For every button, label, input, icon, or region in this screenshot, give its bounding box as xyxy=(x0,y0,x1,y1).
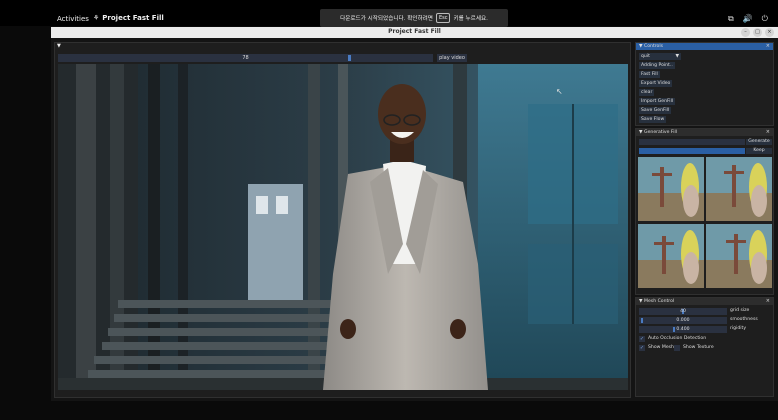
collapse-arrow-icon[interactable]: ▼ xyxy=(57,43,61,49)
grid-size-value: 40 xyxy=(680,309,686,314)
prompt-input[interactable] xyxy=(639,139,745,145)
close-button[interactable]: × xyxy=(765,28,774,37)
grid-size-label: grid size xyxy=(730,308,750,313)
toast-text-after: 키를 누르세요. xyxy=(453,16,488,22)
rigidity-slider[interactable]: 0.400 xyxy=(639,326,727,333)
rigidity-value: 0.400 xyxy=(676,327,690,332)
rigidity-label: rigidity xyxy=(730,326,747,331)
power-icon[interactable]: ⏻ xyxy=(762,14,768,24)
volume-icon[interactable]: 🔊 xyxy=(743,14,753,24)
show-mesh-checkbox[interactable]: ✓ xyxy=(639,345,645,351)
save-genfill-button[interactable]: Save GenFill xyxy=(639,107,672,114)
window-controls: – □ × xyxy=(741,28,774,37)
generated-thumbnail[interactable] xyxy=(638,157,704,221)
keep-button[interactable]: Keep xyxy=(746,148,772,154)
thumbnail-image xyxy=(706,157,772,221)
clear-button[interactable]: clear xyxy=(639,89,655,96)
video-panel: ▼ 78 play video ↖ xyxy=(54,42,631,398)
video-frame[interactable]: ↖ xyxy=(58,64,628,390)
selected-input[interactable] xyxy=(639,148,745,154)
controls-title: Controls xyxy=(644,44,664,49)
auto-occlusion-checkbox[interactable]: ✓ xyxy=(639,336,645,342)
smoothness-slider[interactable]: 0.000 xyxy=(639,317,727,324)
video-scene-image xyxy=(58,64,628,390)
activities-button[interactable]: Activities xyxy=(57,15,89,23)
app-window: Project Fast Fill – □ × ▼ 78 play video xyxy=(51,27,778,401)
system-tray[interactable]: ⧉ 🔊 ⏻ xyxy=(728,14,768,24)
mode-combo-value: quit xyxy=(641,54,650,59)
mouse-cursor-icon: ↖ xyxy=(556,87,563,96)
chevron-down-icon[interactable]: ▼ xyxy=(675,53,679,60)
app-menu[interactable]: ⚘ Project Fast Fill xyxy=(93,14,164,22)
collapse-arrow-icon[interactable]: ▼ xyxy=(639,44,643,49)
controls-header[interactable]: ▼ Controls × xyxy=(636,43,773,50)
fast-fill-button[interactable]: Fast Fill xyxy=(639,71,660,78)
mode-combo[interactable]: quit ▼ xyxy=(639,53,681,60)
controls-panel: ▼ Controls × quit ▼ Adding Point.. Fast … xyxy=(635,42,774,126)
mesh-control-header[interactable]: ▼ Mesh Control × xyxy=(636,298,773,305)
generated-thumbnail[interactable] xyxy=(638,224,704,288)
play-video-button[interactable]: play video xyxy=(437,54,467,62)
minimize-button[interactable]: – xyxy=(741,28,750,37)
smoothness-value: 0.000 xyxy=(676,318,690,323)
generative-fill-header[interactable]: ▼ Generative Fill × xyxy=(636,129,773,136)
show-texture-label: Show Texture xyxy=(683,345,714,350)
frame-slider[interactable]: 78 xyxy=(58,54,433,62)
close-icon[interactable]: × xyxy=(766,298,770,305)
window-title: Project Fast Fill xyxy=(388,28,441,35)
save-flow-button[interactable]: Save Flow xyxy=(639,116,667,123)
app-menu-label: Project Fast Fill xyxy=(102,14,164,22)
frame-value: 78 xyxy=(242,55,249,61)
app-icon: ⚘ xyxy=(93,14,100,22)
grid-size-slider[interactable]: 40 xyxy=(639,308,727,315)
toast-text-before: 다운로드가 시작되었습니다. 확인하려면 xyxy=(340,16,433,22)
collapse-arrow-icon[interactable]: ▼ xyxy=(639,299,643,304)
generated-thumbnail[interactable] xyxy=(706,224,772,288)
collapse-arrow-icon[interactable]: ▼ xyxy=(639,130,643,135)
network-icon[interactable]: ⧉ xyxy=(728,14,734,24)
mesh-control-panel: ▼ Mesh Control × 40 grid size 0.000 smoo… xyxy=(635,297,774,397)
generative-fill-panel: ▼ Generative Fill × Generate Keep xyxy=(635,128,774,295)
thumbnail-image xyxy=(706,224,772,288)
auto-occlusion-label: Auto Occlusion Detection xyxy=(648,336,707,341)
thumbnail-image xyxy=(638,157,704,221)
smoothness-label: smoothness xyxy=(730,317,758,322)
mesh-control-title: Mesh Control xyxy=(644,299,675,304)
generate-button[interactable]: Generate xyxy=(746,139,772,145)
thumbnail-image xyxy=(638,224,704,288)
generated-thumbnail[interactable] xyxy=(706,157,772,221)
generative-fill-title: Generative Fill xyxy=(644,130,678,135)
close-icon[interactable]: × xyxy=(766,43,770,50)
maximize-button[interactable]: □ xyxy=(753,28,762,37)
close-icon[interactable]: × xyxy=(766,129,770,136)
import-genfill-button[interactable]: Import GenFill xyxy=(639,98,676,105)
show-texture-checkbox[interactable] xyxy=(674,345,680,351)
fullscreen-toast: 다운로드가 시작되었습니다. 확인하려면 Esc 키를 누르세요. xyxy=(320,9,508,27)
toast-esc-key: Esc xyxy=(435,13,451,23)
export-video-button[interactable]: Export Video xyxy=(639,80,673,87)
show-mesh-label: Show Mesh xyxy=(648,345,674,350)
adding-point-button[interactable]: Adding Point.. xyxy=(639,62,675,69)
